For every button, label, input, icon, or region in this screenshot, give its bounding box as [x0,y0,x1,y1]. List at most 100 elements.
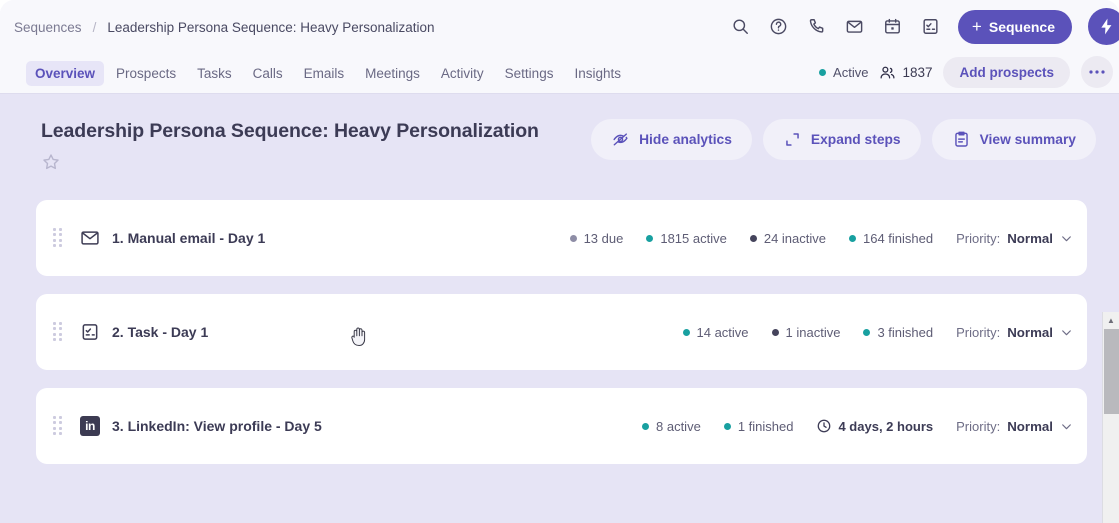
scrollbar-thumb[interactable] [1104,329,1119,414]
more-options-button[interactable] [1081,56,1113,88]
page-header: Leadership Persona Sequence: Heavy Perso… [0,94,1119,200]
tab-settings[interactable]: Settings [496,61,563,86]
stat-dot [849,234,856,242]
stat-inactive: 24 inactive [749,230,826,246]
stat-dot [771,328,779,336]
breadcrumb-current: Leadership Persona Sequence: Heavy Perso… [107,19,435,35]
new-sequence-label: Sequence [988,18,1055,35]
scroll-up-arrow-icon[interactable]: ▲ [1103,312,1119,328]
stat-value: 13 due [583,230,624,246]
tab-overview[interactable]: Overview [26,61,105,86]
prospect-count-value: 1837 [902,64,933,80]
status-badge: Active [819,65,868,80]
view-summary-button[interactable]: View summary [931,119,1096,160]
clipboard-icon [952,130,971,149]
task-icon[interactable] [920,16,942,38]
drag-handle-icon[interactable] [53,227,66,249]
expand-steps-button[interactable]: Expand steps [762,119,921,160]
stat-finished: 164 finished [849,231,933,246]
stat-value: 1815 active [660,230,727,246]
priority-selector[interactable]: Priority: Normal [956,325,1073,340]
expand-icon [783,130,802,149]
stat-dot [646,234,654,242]
status-label: Active [833,64,869,80]
tab-prospects[interactable]: Prospects [107,61,185,86]
tabs-row: Overview Prospects Tasks Calls Emails Me… [0,54,1119,93]
stat-inactive: 1 inactive [771,324,841,340]
page-content: Leadership Persona Sequence: Heavy Perso… [0,93,1119,523]
stat-value: 3 finished [877,324,934,340]
drag-handle-icon[interactable] [53,321,66,343]
calendar-icon[interactable] [882,16,904,38]
bolt-icon[interactable] [1088,8,1119,45]
tab-calls[interactable]: Calls [244,61,292,86]
stat-value: 1 finished [737,418,794,434]
priority-value: Normal [1007,418,1053,434]
add-prospects-button[interactable]: Add prospects [943,56,1070,88]
tab-meetings[interactable]: Meetings [356,61,429,86]
stat-dot [749,234,757,242]
chevron-down-icon[interactable] [1060,326,1073,339]
priority-selector[interactable]: Priority: Normal [956,231,1073,246]
view-summary-label: View summary [979,132,1076,147]
stat-value: 1 inactive [785,324,841,340]
new-sequence-button[interactable]: + Sequence [957,9,1072,44]
step-stats: 13 due 1815 active 24 inactive 164 finis… [569,230,1073,246]
status-dot [819,68,827,76]
stat-value: 24 inactive [763,230,826,246]
clock-icon [816,418,832,434]
stat-dot [569,234,577,242]
search-icon[interactable] [730,16,752,38]
priority-value: Normal [1007,324,1053,340]
help-icon[interactable] [768,16,790,38]
step-card[interactable]: 2. Task - Day 1 14 active 1 inactive 3 f… [36,294,1087,370]
expand-steps-label: Expand steps [810,132,901,147]
breadcrumb-root[interactable]: Sequences [14,20,82,35]
people-icon [879,64,896,81]
priority-selector[interactable]: Priority: Normal [956,419,1073,434]
page-header-actions: Hide analytics Expand steps View summary [591,119,1096,160]
top-bar-actions: + Sequence [730,8,1119,45]
drag-handle-icon[interactable] [53,415,66,437]
step-delay-value: 4 days, 2 hours [838,418,934,434]
stat-value: 164 finished [863,230,934,246]
stat-value: 8 active [656,418,701,434]
step-list: 1. Manual email - Day 1 13 due 1815 acti… [0,200,1119,464]
phone-icon[interactable] [806,16,828,38]
breadcrumb: Sequences / Leadership Persona Sequence:… [14,20,435,35]
step-card[interactable]: in 3. LinkedIn: View profile - Day 5 8 a… [36,388,1087,464]
breadcrumb-separator: / [92,19,97,35]
step-label: 1. Manual email - Day 1 [112,230,266,246]
top-bar: Sequences / Leadership Persona Sequence:… [0,0,1119,54]
stat-dot [642,422,649,430]
eye-off-icon [611,130,630,149]
vertical-scrollbar[interactable]: ▲ [1102,312,1119,523]
step-delay: 4 days, 2 hours [816,418,933,434]
mail-icon [79,227,101,249]
chevron-down-icon[interactable] [1060,420,1073,433]
hide-analytics-button[interactable]: Hide analytics [591,119,752,160]
sequence-meta: Active 1837 Add prospects [819,56,1115,88]
hide-analytics-label: Hide analytics [639,132,732,147]
stat-finished: 1 finished [723,418,794,434]
star-icon[interactable] [41,152,61,172]
stat-active: 8 active [642,419,701,434]
stat-due: 13 due [569,230,624,246]
step-stats: 8 active 1 finished 4 days, 2 hours Prio… [642,418,1073,434]
app-window: Sequences / Leadership Persona Sequence:… [0,0,1119,523]
tab-tasks[interactable]: Tasks [188,61,241,86]
step-card[interactable]: 1. Manual email - Day 1 13 due 1815 acti… [36,200,1087,276]
linkedin-badge-label: in [80,416,100,436]
tab-insights[interactable]: Insights [565,61,630,86]
stat-value: 14 active [696,324,749,340]
step-stats: 14 active 1 inactive 3 finished Priority… [682,324,1074,340]
stat-finished: 3 finished [863,325,933,340]
chevron-down-icon[interactable] [1060,232,1073,245]
plus-icon: + [971,17,982,36]
mail-icon[interactable] [844,16,866,38]
tab-emails[interactable]: Emails [295,61,354,86]
step-label: 3. LinkedIn: View profile - Day 5 [112,418,322,434]
priority-label: Priority: [956,324,1001,340]
stat-dot [863,328,871,336]
tab-activity[interactable]: Activity [432,61,493,86]
